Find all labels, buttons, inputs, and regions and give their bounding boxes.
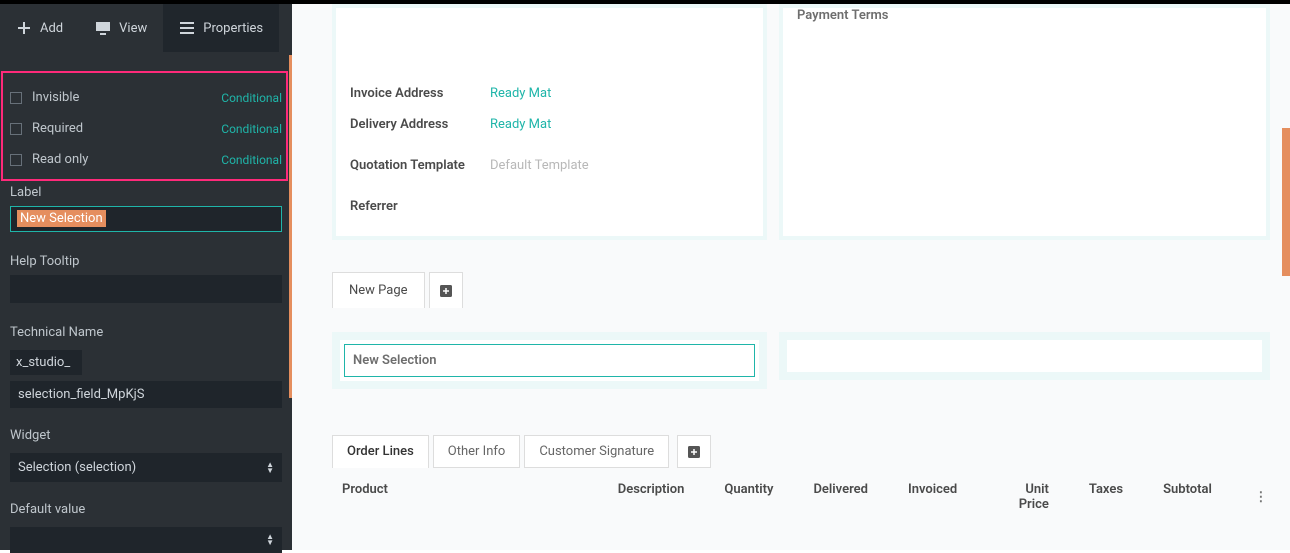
conditional-readonly[interactable]: Conditional bbox=[221, 153, 282, 167]
quotation-template-label: Quotation Template bbox=[350, 158, 490, 173]
widget-title: Widget bbox=[0, 418, 292, 449]
referrer-label: Referrer bbox=[350, 199, 490, 214]
default-value-select[interactable]: ▲▼ bbox=[10, 527, 282, 553]
check-invisible-row: Invisible Conditional bbox=[0, 82, 292, 113]
plus-square-icon bbox=[688, 446, 700, 458]
help-tooltip-title: Help Tooltip bbox=[0, 244, 292, 275]
technical-prefix-input[interactable]: x_studio_ bbox=[10, 350, 82, 375]
col-description: Description bbox=[494, 482, 684, 512]
properties-sidebar: Add View Properties Invisible Conditiona… bbox=[0, 4, 292, 550]
tab-properties-label: Properties bbox=[203, 21, 263, 36]
new-page-tab[interactable]: New Page bbox=[332, 272, 425, 308]
new-selection-label: New Selection bbox=[344, 344, 755, 377]
delivery-address-label: Delivery Address bbox=[350, 117, 490, 132]
col-quantity: Quantity bbox=[724, 482, 773, 512]
widget-select[interactable]: Selection (selection) ▲▼ bbox=[10, 453, 282, 482]
col-taxes: Taxes bbox=[1089, 482, 1123, 512]
tab-customer-signature[interactable]: Customer Signature bbox=[524, 435, 669, 468]
tab-add[interactable]: Add bbox=[0, 4, 79, 52]
technical-name-title: Technical Name bbox=[0, 315, 292, 346]
col-unit-price: Unit Price bbox=[997, 482, 1049, 512]
more-columns-icon[interactable]: ⋮ bbox=[1252, 482, 1270, 512]
check-required-row: Required Conditional bbox=[0, 113, 292, 144]
new-selection-field[interactable]: New Selection bbox=[332, 332, 767, 389]
col-product: Product bbox=[342, 482, 454, 512]
tab-view[interactable]: View bbox=[79, 4, 163, 52]
invoice-address-label: Invoice Address bbox=[350, 86, 490, 101]
col-delivered: Delivered bbox=[813, 482, 868, 512]
form-editor: Invoice Address Ready Mat Delivery Addre… bbox=[292, 4, 1290, 550]
plus-icon bbox=[16, 20, 32, 36]
conditional-invisible[interactable]: Conditional bbox=[221, 91, 282, 105]
check-readonly-row: Read only Conditional bbox=[0, 144, 292, 175]
select-caret-icon: ▲▼ bbox=[266, 534, 274, 546]
add-detail-tab[interactable] bbox=[677, 435, 711, 468]
widget-select-value: Selection (selection) bbox=[18, 460, 136, 475]
add-page-tab[interactable] bbox=[429, 272, 463, 308]
payment-terms-label: Payment Terms bbox=[797, 8, 1252, 23]
invoice-address-value[interactable]: Ready Mat bbox=[490, 86, 551, 101]
sidebar-tabs: Add View Properties bbox=[0, 4, 292, 52]
checkbox-invisible[interactable] bbox=[10, 92, 22, 104]
select-caret-icon: ▲▼ bbox=[266, 462, 274, 474]
delivery-address-value[interactable]: Ready Mat bbox=[490, 117, 551, 132]
col-invoiced: Invoiced bbox=[908, 482, 957, 512]
tab-order-lines[interactable]: Order Lines bbox=[332, 435, 429, 468]
order-lines-header: Product Description Quantity Delivered I… bbox=[332, 468, 1270, 512]
tab-other-info[interactable]: Other Info bbox=[433, 435, 521, 468]
monitor-icon bbox=[95, 20, 111, 36]
technical-name-input[interactable]: selection_field_MpKjS bbox=[10, 381, 282, 408]
checkbox-readonly[interactable] bbox=[10, 154, 22, 166]
check-invisible-label: Invisible bbox=[32, 90, 221, 105]
conditional-required[interactable]: Conditional bbox=[221, 122, 282, 136]
default-value-title: Default value bbox=[0, 492, 292, 523]
plus-square-icon bbox=[440, 285, 452, 297]
form-left-column[interactable]: Invoice Address Ready Mat Delivery Addre… bbox=[332, 4, 767, 240]
right-scroll-indicator bbox=[1282, 128, 1290, 276]
help-tooltip-input[interactable] bbox=[10, 275, 282, 303]
quotation-template-value[interactable]: Default Template bbox=[490, 158, 589, 173]
label-title: Label bbox=[0, 175, 292, 206]
tab-view-label: View bbox=[119, 21, 147, 36]
check-required-label: Required bbox=[32, 121, 221, 136]
tab-add-label: Add bbox=[40, 21, 63, 36]
empty-field-drop[interactable] bbox=[779, 332, 1270, 380]
form-right-column[interactable]: Payment Terms bbox=[779, 4, 1270, 240]
col-subtotal: Subtotal bbox=[1163, 482, 1212, 512]
label-input-value: New Selection bbox=[17, 210, 106, 227]
properties-icon bbox=[179, 20, 195, 36]
checkbox-required[interactable] bbox=[10, 123, 22, 135]
check-readonly-label: Read only bbox=[32, 152, 221, 167]
tab-properties[interactable]: Properties bbox=[163, 4, 279, 52]
label-input[interactable]: New Selection bbox=[10, 206, 282, 232]
